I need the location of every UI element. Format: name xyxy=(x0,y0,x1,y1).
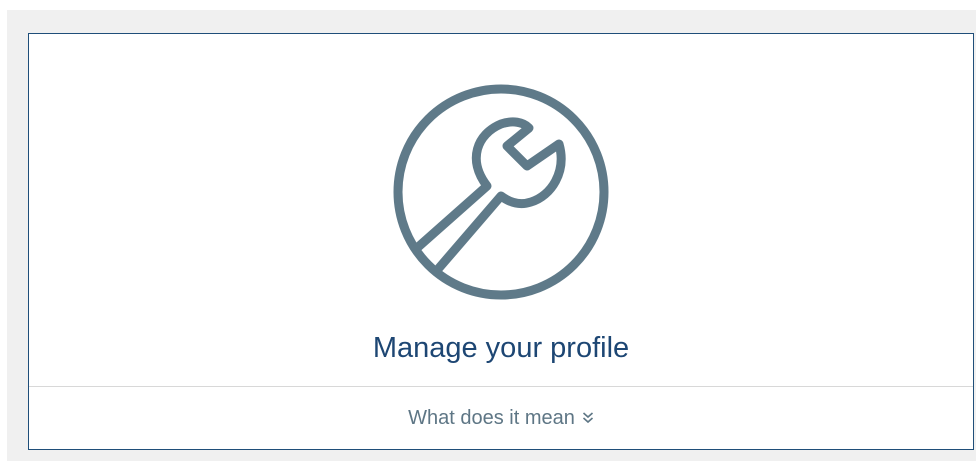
toggle-label: What does it mean xyxy=(408,406,575,429)
profile-card: Manage your profile What does it mean xyxy=(28,33,974,450)
card-title: Manage your profile xyxy=(372,332,630,364)
double-chevron-down-icon xyxy=(582,411,594,425)
what-does-it-mean-toggle[interactable]: What does it mean xyxy=(29,387,973,449)
wrench-icon xyxy=(391,82,611,302)
